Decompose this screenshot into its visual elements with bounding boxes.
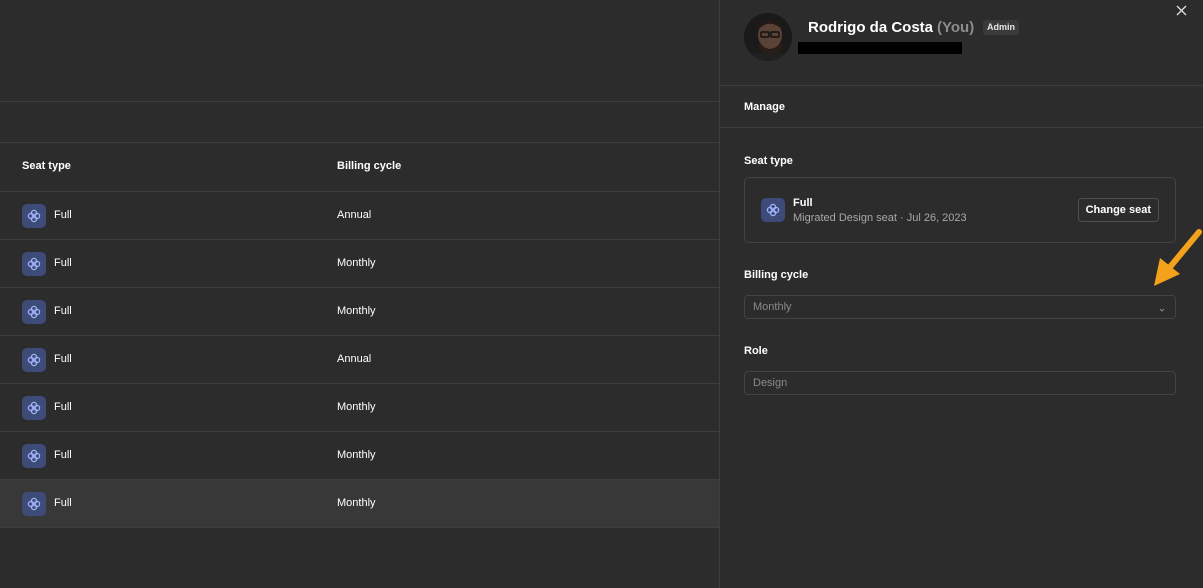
seat-card-subtitle: Migrated Design seat · Jul 26, 2023 xyxy=(793,212,967,224)
members-table: Seat type Billing cycle Full Annual Full Mo… xyxy=(0,0,720,588)
billing-cycle-cell: Annual xyxy=(337,209,372,221)
arrow-annotation xyxy=(1150,228,1203,292)
seat-type-cell: Full xyxy=(54,209,72,221)
design-seat-icon xyxy=(22,204,46,228)
divider xyxy=(720,127,1203,128)
seat-type-cell: Full xyxy=(54,449,72,461)
divider xyxy=(720,85,1203,86)
billing-cycle-cell: Monthly xyxy=(337,497,376,509)
design-seat-icon xyxy=(22,396,46,420)
billing-cycle-value: Monthly xyxy=(753,301,792,313)
chevron-down-icon xyxy=(1157,302,1167,312)
seat-card-title: Full xyxy=(793,197,813,209)
table-row[interactable]: Full Monthly xyxy=(0,384,720,432)
seat-type-title: Seat type xyxy=(744,155,793,167)
design-seat-icon xyxy=(22,444,46,468)
design-seat-icon xyxy=(22,300,46,324)
billing-cycle-select[interactable]: Monthly xyxy=(744,295,1176,319)
billing-cycle-cell: Monthly xyxy=(337,449,376,461)
seat-type-cell: Full xyxy=(54,305,72,317)
table-row[interactable]: Full Annual xyxy=(0,336,720,384)
seat-type-cell: Full xyxy=(54,497,72,509)
billing-cycle-cell: Monthly xyxy=(337,401,376,413)
user-name: Rodrigo da Costa xyxy=(808,19,934,36)
billing-cycle-title: Billing cycle xyxy=(744,269,809,281)
table-row[interactable]: Full Monthly xyxy=(0,480,720,528)
billing-cycle-cell: Monthly xyxy=(337,305,376,317)
table-row[interactable]: Full Monthly xyxy=(0,432,720,480)
billing-cycle-cell: Monthly xyxy=(337,257,376,269)
design-seat-icon xyxy=(22,252,46,276)
role-select[interactable]: Design xyxy=(744,371,1176,395)
design-seat-icon xyxy=(761,198,785,222)
email-redacted xyxy=(798,42,962,54)
close-icon[interactable] xyxy=(1173,2,1189,18)
member-detail-panel: Rodrigo da Costa (You) Admin Manage Seat… xyxy=(719,0,1203,588)
role-title: Role xyxy=(744,345,768,357)
change-seat-button[interactable]: Change seat xyxy=(1077,198,1159,222)
manage-title: Manage xyxy=(744,101,785,113)
you-tag: (You) xyxy=(937,19,975,36)
role-value: Design xyxy=(753,377,788,389)
admin-badge: Admin xyxy=(983,20,1019,35)
column-header-billing-cycle[interactable]: Billing cycle xyxy=(337,160,401,172)
table-row[interactable]: Full Monthly xyxy=(0,240,720,288)
billing-cycle-cell: Annual xyxy=(337,353,372,365)
table-row[interactable]: Full Monthly xyxy=(0,288,720,336)
table-row[interactable]: Full Annual xyxy=(0,192,720,240)
seat-type-cell: Full xyxy=(54,257,72,269)
seat-card: Full Migrated Design seat · Jul 26, 2023… xyxy=(744,177,1176,243)
divider xyxy=(0,101,720,102)
avatar xyxy=(744,13,792,61)
seat-type-cell: Full xyxy=(54,401,72,413)
design-seat-icon xyxy=(22,348,46,372)
divider xyxy=(0,142,720,143)
column-header-seat-type[interactable]: Seat type xyxy=(22,160,71,172)
seat-type-cell: Full xyxy=(54,353,72,365)
design-seat-icon xyxy=(22,492,46,516)
